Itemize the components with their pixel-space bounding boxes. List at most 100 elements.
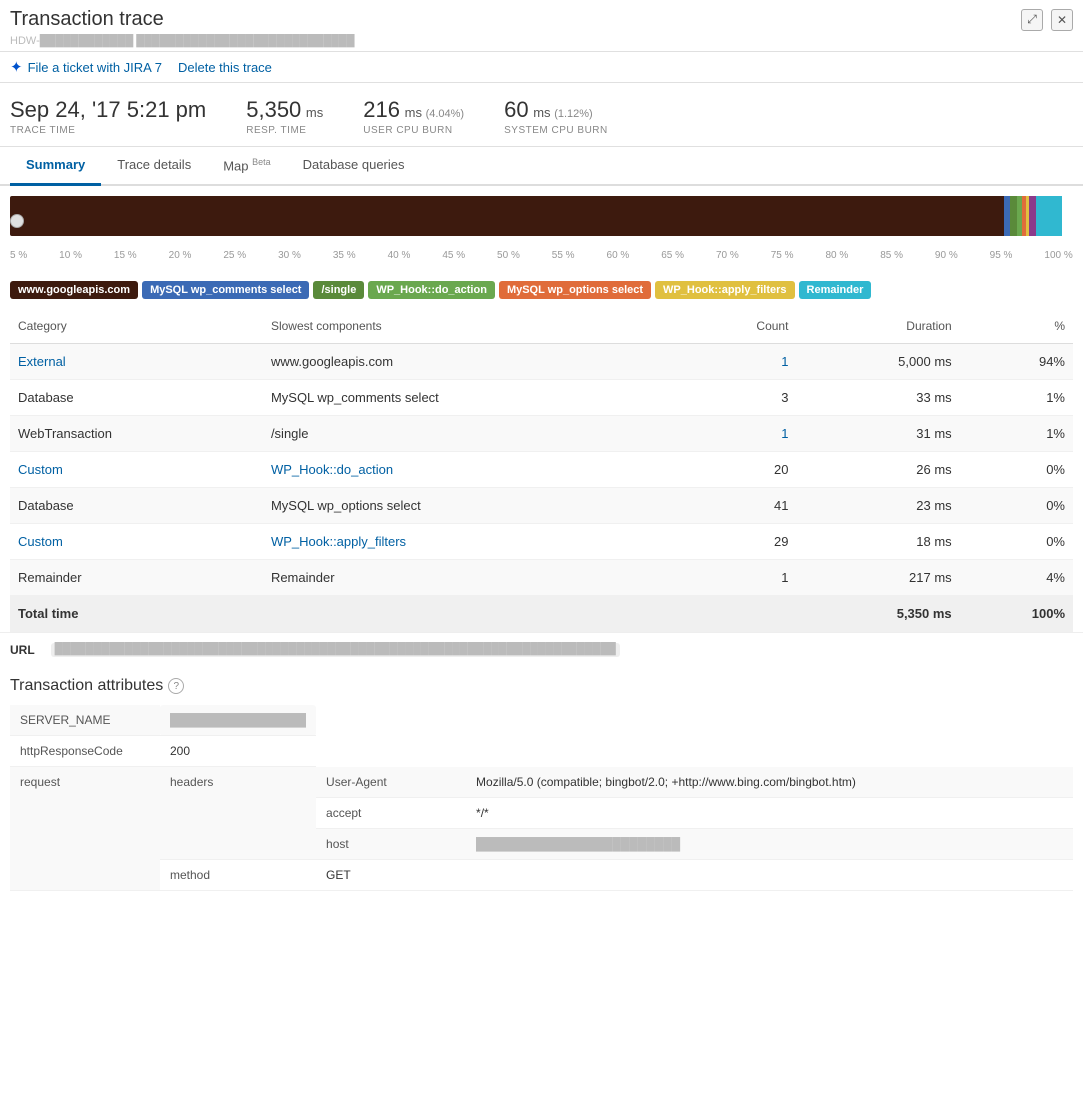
- cell-category[interactable]: External: [10, 344, 263, 380]
- cell-pct: 94%: [960, 344, 1073, 380]
- cell-category[interactable]: Custom: [10, 524, 263, 560]
- resp-time-metric: 5,350 ms RESP. TIME: [246, 97, 323, 136]
- subtitle: HDW-████████████ ███████████████████████…: [10, 33, 1073, 47]
- legend-item: WP_Hook::do_action: [368, 281, 495, 299]
- cell-count: 20: [686, 452, 797, 488]
- cell-pct: 0%: [960, 524, 1073, 560]
- total-label: Total time: [10, 596, 796, 632]
- cell-count[interactable]: 1: [686, 344, 797, 380]
- legend-item: MySQL wp_comments select: [142, 281, 309, 299]
- pct-labels: 5 %10 %15 %20 %25 %30 %35 %40 %45 %50 %5…: [10, 250, 1073, 265]
- cell-count: 3: [686, 380, 797, 416]
- cell-category: WebTransaction: [10, 416, 263, 452]
- page-title: Transaction trace: [10, 8, 164, 31]
- cell-pct: 1%: [960, 416, 1073, 452]
- attr-value: ████████████████: [160, 705, 316, 736]
- col-slowest: Slowest components: [263, 309, 686, 344]
- jira-icon: ✦: [10, 58, 23, 76]
- tab-summary[interactable]: Summary: [10, 147, 101, 186]
- attributes-table: SERVER_NAME████████████████httpResponseC…: [10, 705, 1073, 891]
- accept-key: accept: [316, 797, 466, 828]
- metrics-bar: Sep 24, '17 5:21 pm TRACE TIME 5,350 ms …: [0, 83, 1083, 147]
- attr-key: SERVER_NAME: [10, 705, 160, 736]
- title-icons: ⤢ ✕: [1021, 9, 1073, 31]
- legend-item: /single: [313, 281, 364, 299]
- cell-component: Remainder: [263, 560, 686, 596]
- cell-category[interactable]: Custom: [10, 452, 263, 488]
- attr-row: SERVER_NAME████████████████: [10, 705, 1073, 736]
- host-key: host: [316, 828, 466, 859]
- tab-trace-details[interactable]: Trace details: [101, 147, 207, 186]
- cell-count: 1: [686, 560, 797, 596]
- cell-duration: 18 ms: [796, 524, 959, 560]
- cell-category: Remainder: [10, 560, 263, 596]
- cell-component: MySQL wp_comments select: [263, 380, 686, 416]
- timeline-bar-container: [10, 196, 1073, 246]
- cell-component[interactable]: WP_Hook::apply_filters: [263, 524, 686, 560]
- bar-segment: [1036, 196, 1063, 236]
- timeline-bar: [10, 196, 1073, 236]
- total-duration: 5,350 ms: [796, 596, 959, 632]
- col-duration: Duration: [796, 309, 959, 344]
- legend-item: WP_Hook::apply_filters: [655, 281, 794, 299]
- cell-pct: 0%: [960, 452, 1073, 488]
- cell-category: Database: [10, 380, 263, 416]
- trace-time-metric: Sep 24, '17 5:21 pm TRACE TIME: [10, 97, 206, 136]
- cell-count: 41: [686, 488, 797, 524]
- legend-item: www.googleapis.com: [10, 281, 138, 299]
- headers-label: headers: [160, 767, 316, 860]
- cell-duration: 5,000 ms: [796, 344, 959, 380]
- cell-component: /single: [263, 416, 686, 452]
- attributes-section: Transaction attributes ? SERVER_NAME████…: [0, 667, 1083, 901]
- cell-category: Database: [10, 488, 263, 524]
- col-count: Count: [686, 309, 797, 344]
- table-section: Category Slowest components Count Durati…: [0, 309, 1083, 632]
- cpu-user-metric: 216 ms (4.04%) USER CPU BURN: [363, 97, 464, 136]
- cpu-system-metric: 60 ms (1.12%) SYSTEM CPU BURN: [504, 97, 608, 136]
- cell-component[interactable]: WP_Hook::do_action: [263, 452, 686, 488]
- attr-key: httpResponseCode: [10, 736, 160, 767]
- cell-pct: 0%: [960, 488, 1073, 524]
- table-row: Externalwww.googleapis.com15,000 ms94%: [10, 344, 1073, 380]
- tab-map[interactable]: Map Beta: [207, 147, 286, 186]
- method-value: GET: [316, 859, 1073, 890]
- delete-trace-button[interactable]: Delete this trace: [178, 60, 272, 75]
- bar-segment: [10, 196, 1004, 236]
- cell-component: MySQL wp_options select: [263, 488, 686, 524]
- table-row: RemainderRemainder1217 ms4%: [10, 560, 1073, 596]
- timeline-handle[interactable]: [10, 214, 24, 228]
- file-ticket-button[interactable]: ✦ File a ticket with JIRA 7: [10, 58, 162, 76]
- user-agent-key: User-Agent: [316, 767, 466, 798]
- table-row: CustomWP_Hook::do_action2026 ms0%: [10, 452, 1073, 488]
- cell-duration: 217 ms: [796, 560, 959, 596]
- request-row: requestheadersUser-AgentMozilla/5.0 (com…: [10, 767, 1073, 798]
- cell-duration: 33 ms: [796, 380, 959, 416]
- cell-duration: 23 ms: [796, 488, 959, 524]
- cell-pct: 4%: [960, 560, 1073, 596]
- table-row: DatabaseMySQL wp_comments select333 ms1%: [10, 380, 1073, 416]
- total-row: Total time5,350 ms100%: [10, 596, 1073, 632]
- cell-duration: 26 ms: [796, 452, 959, 488]
- tabs: Summary Trace details Map Beta Database …: [0, 147, 1083, 186]
- cell-count[interactable]: 1: [686, 416, 797, 452]
- cell-pct: 1%: [960, 380, 1073, 416]
- tab-database-queries[interactable]: Database queries: [287, 147, 421, 186]
- legend: www.googleapis.comMySQL wp_comments sele…: [0, 275, 1083, 309]
- top-bar: Transaction trace ⤢ ✕ HDW-████████████ █…: [0, 0, 1083, 52]
- expand-icon[interactable]: ⤢: [1021, 9, 1043, 31]
- accept-value: */*: [466, 797, 1073, 828]
- table-row: WebTransaction/single131 ms1%: [10, 416, 1073, 452]
- close-icon[interactable]: ✕: [1051, 9, 1073, 31]
- user-agent-value: Mozilla/5.0 (compatible; bingbot/2.0; +h…: [466, 767, 1073, 798]
- col-category: Category: [10, 309, 263, 344]
- help-icon[interactable]: ?: [168, 678, 184, 694]
- cell-component: www.googleapis.com: [263, 344, 686, 380]
- attr-row: httpResponseCode200: [10, 736, 1073, 767]
- action-bar: ✦ File a ticket with JIRA 7 Delete this …: [0, 52, 1083, 83]
- url-section: URL ████████████████████████████████████…: [0, 632, 1083, 667]
- cell-count: 29: [686, 524, 797, 560]
- col-pct: %: [960, 309, 1073, 344]
- legend-item: MySQL wp_options select: [499, 281, 651, 299]
- table-row: DatabaseMySQL wp_options select4123 ms0%: [10, 488, 1073, 524]
- total-pct: 100%: [960, 596, 1073, 632]
